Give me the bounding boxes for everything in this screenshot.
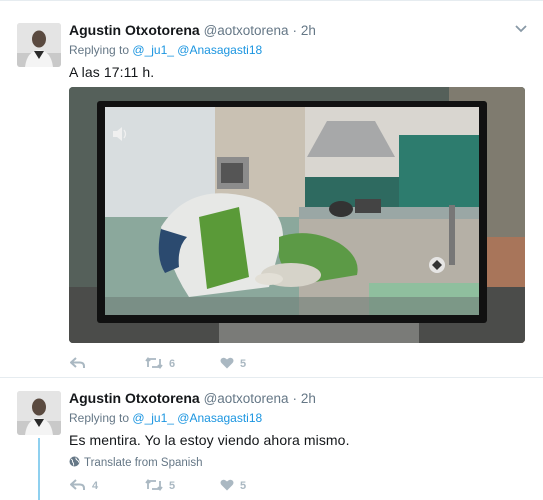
translate-button[interactable]: Translate from Spanish [69,456,529,470]
retweet-count: 6 [169,358,176,370]
fullname[interactable]: Agustin Otxotorena [69,22,200,38]
separator-dot: · [292,391,297,406]
tweet: Agustin Otxotorena @aotxotorena · 2h Rep… [0,378,543,500]
username[interactable]: @aotxotorena [204,391,289,406]
timestamp[interactable]: 2h [301,23,316,38]
reply-icon [70,356,86,372]
reply-handle-link[interactable]: @_ju1_ [132,43,174,57]
replying-to: Replying to @_ju1_ @Anasagasti18 [69,409,529,427]
timestamp[interactable]: 2h [301,391,316,406]
separator-dot: · [292,23,297,38]
tweet-content: Agustin Otxotorena @aotxotorena · 2h Rep… [69,388,529,470]
caret-down-icon[interactable] [513,22,529,36]
retweet-count: 5 [169,480,176,492]
reply-handle-link[interactable]: @Anasagasti18 [177,43,262,57]
tweet-actions: 4 5 5 [70,476,295,496]
username[interactable]: @aotxotorena [204,23,289,38]
heart-icon [220,357,234,372]
tweet-content: Agustin Otxotorena @aotxotorena · 2h Rep… [69,20,529,343]
retweet-button[interactable]: 6 [145,356,220,372]
replying-prefix: Replying to [69,411,130,425]
reply-handle-link[interactable]: @Anasagasti18 [177,411,262,425]
reply-button[interactable] [70,356,145,372]
retweet-icon [145,356,163,372]
tweet-actions: 6 5 [70,354,295,374]
tweet-text: A las 17:11 h. [69,64,155,80]
like-button[interactable]: 5 [220,479,295,494]
like-count: 5 [240,480,247,492]
avatar[interactable] [17,391,61,435]
like-count: 5 [240,358,247,370]
like-button[interactable]: 5 [220,357,295,372]
tweet-header: Agustin Otxotorena @aotxotorena · 2h [69,388,529,408]
tweet-photo[interactable] [69,87,525,343]
reply-handle-link[interactable]: @_ju1_ [132,411,174,425]
conversation-thread-line [38,438,40,500]
translate-label: Translate from Spanish [84,457,203,469]
tweet-text: Es mentira. Yo la estoy viendo ahora mis… [69,432,350,448]
tweet: Agustin Otxotorena @aotxotorena · 2h Rep… [0,0,543,378]
retweet-button[interactable]: 5 [145,478,220,494]
replying-prefix: Replying to [69,43,130,57]
reply-icon [70,478,86,494]
retweet-icon [145,478,163,494]
replying-to: Replying to @_ju1_ @Anasagasti18 [69,41,529,59]
fullname[interactable]: Agustin Otxotorena [69,390,200,406]
tweet-header: Agustin Otxotorena @aotxotorena · 2h [69,20,529,40]
reply-count: 4 [92,480,99,492]
heart-icon [220,479,234,494]
globe-icon [69,456,80,470]
avatar[interactable] [17,23,61,67]
reply-button[interactable]: 4 [70,478,145,494]
